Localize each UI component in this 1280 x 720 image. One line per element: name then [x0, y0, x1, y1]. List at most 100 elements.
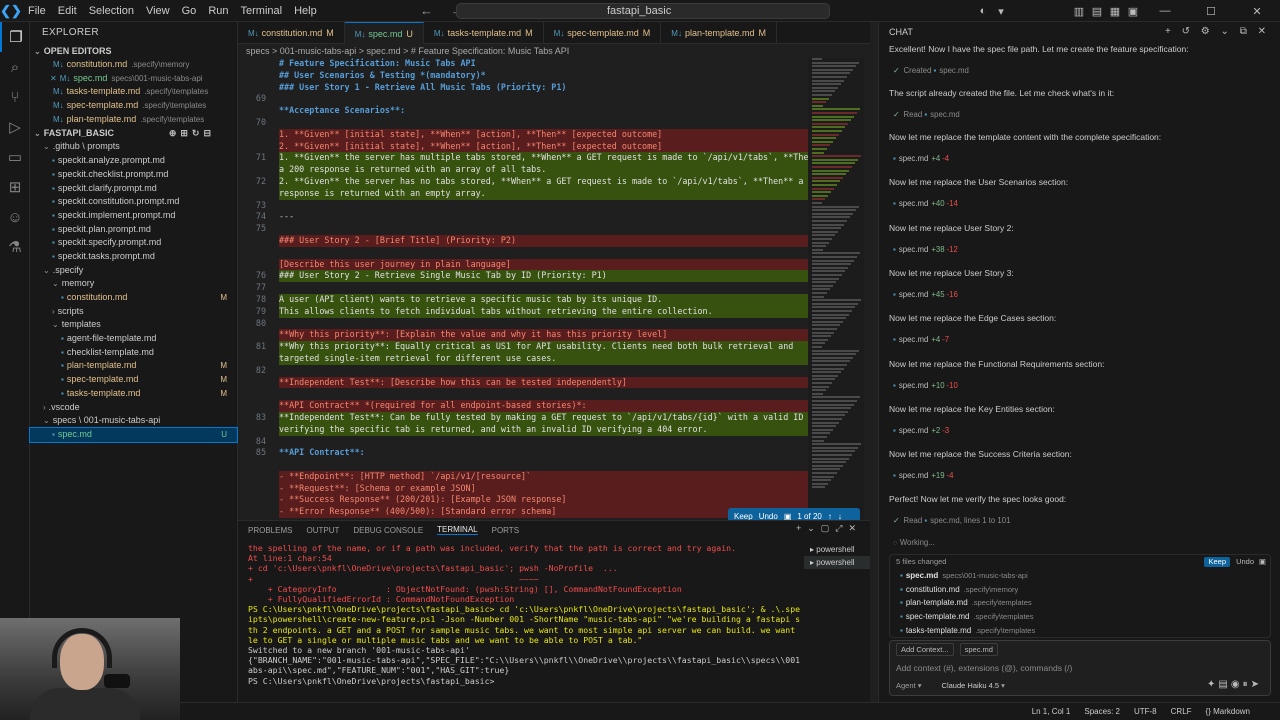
source-control-icon[interactable]: ⑂: [0, 82, 30, 112]
tree-folder[interactable]: ⌄ .specify: [30, 264, 237, 278]
tree-file[interactable]: ▪ spec.md U: [29, 426, 238, 443]
tree-folder[interactable]: ⌄ specs \ 001-music-tabs-api: [30, 414, 237, 428]
chat-header-actions[interactable]: + ↺ ⚙ ⌄ ⧉ ✕: [1165, 22, 1270, 42]
tree-file[interactable]: ▪ spec-template.md M: [30, 373, 237, 387]
trash-icon[interactable]: ▢: [821, 523, 836, 533]
extensions-icon[interactable]: ⊞: [0, 172, 30, 202]
menu-file[interactable]: File: [22, 5, 52, 17]
panel-tab-debug-console[interactable]: DEBUG CONSOLE: [353, 526, 423, 535]
tree-folder[interactable]: › .vscode: [30, 401, 237, 415]
minimize-button[interactable]: —: [1142, 5, 1188, 17]
editor-tab[interactable]: M↓ constitution.md M: [238, 22, 345, 44]
maximize-panel-icon[interactable]: ⤢: [835, 523, 848, 533]
code-view[interactable]: # Feature Specification: Music Tabs API #…: [238, 58, 808, 520]
layout-panel-icon[interactable]: ▤: [1088, 5, 1106, 18]
tree-file[interactable]: ▪ speckit.specify.prompt.md: [30, 236, 237, 250]
keep-all-button[interactable]: Keep: [1204, 557, 1230, 567]
open-editor-item[interactable]: M↓ tasks-template.md .specify\templates: [30, 85, 237, 99]
changed-file[interactable]: ▪ spec-template.md .specify\templates: [890, 610, 1270, 624]
run-debug-icon[interactable]: ▷: [0, 112, 30, 142]
context-file-chip[interactable]: spec.md: [959, 643, 998, 656]
status-item[interactable]: Ln 1, Col 1: [1032, 707, 1071, 716]
edit-chip[interactable]: ▪ spec.md +38 -12: [893, 245, 958, 254]
tree-file[interactable]: ▪ constitution.md M: [30, 291, 237, 305]
menu-run[interactable]: Run: [202, 5, 234, 17]
menu-selection[interactable]: Selection: [83, 5, 140, 17]
search-icon[interactable]: ⌕: [0, 52, 30, 82]
send-icon[interactable]: ➤: [1251, 679, 1262, 690]
tree-file[interactable]: ▪ agent-file-template.md: [30, 332, 237, 346]
attach-icon[interactable]: ▤: [1218, 679, 1230, 690]
changed-file[interactable]: ▪ plan-template.md .specify\templates: [890, 596, 1270, 610]
mic-icon[interactable]: ◉: [1231, 679, 1243, 690]
maximize-button[interactable]: ☐: [1188, 5, 1234, 18]
testing-icon[interactable]: ⚗: [0, 232, 30, 262]
tool-call[interactable]: ✓ Read ▪ spec.md: [893, 110, 960, 119]
open-editor-item[interactable]: M↓ spec-template.md .specify\templates: [30, 99, 237, 113]
undo-all-button[interactable]: Undo: [1236, 557, 1254, 567]
chevron-down-icon[interactable]: ▾: [992, 5, 1010, 18]
close-window-button[interactable]: ✕: [1234, 5, 1280, 18]
tree-file[interactable]: ▪ speckit.implement.prompt.md: [30, 209, 237, 223]
terminal-instance[interactable]: ▸ powershell: [804, 556, 870, 569]
terminal-instance[interactable]: ▸ powershell: [804, 543, 870, 556]
back-arrow-icon[interactable]: ←: [420, 3, 433, 18]
close-panel-icon[interactable]: ✕: [848, 523, 862, 533]
tree-file[interactable]: ▪ speckit.constitution.prompt.md: [30, 195, 237, 209]
menu-view[interactable]: View: [140, 5, 176, 17]
editor-tab[interactable]: M↓ plan-template.md M: [661, 22, 778, 44]
project-header[interactable]: ⌄ FASTAPI_BASIC ⊕⊞↻⊟: [30, 126, 237, 140]
layout-custom-icon[interactable]: ▣: [1124, 5, 1142, 18]
layout-sidebar-icon[interactable]: ▥: [1070, 5, 1088, 18]
copilot-icon[interactable]: ◐: [974, 5, 992, 17]
open-diff-icon[interactable]: ▣: [1259, 555, 1266, 569]
menu-edit[interactable]: Edit: [52, 5, 83, 17]
open-editor-item[interactable]: M↓ plan-template.md .specify\templates: [30, 113, 237, 127]
tree-file[interactable]: ▪ checklist-template.md: [30, 346, 237, 360]
menu-terminal[interactable]: Terminal: [235, 5, 289, 17]
tree-file[interactable]: ▪ speckit.tasks.prompt.md: [30, 250, 237, 264]
new-terminal-icon[interactable]: +⌄: [796, 523, 821, 533]
editor-tab[interactable]: M↓ tasks-template.md M: [424, 22, 544, 44]
tool-call[interactable]: ✓ Created ▪ spec.md: [893, 66, 969, 75]
status-item[interactable]: CRLF: [1171, 707, 1192, 716]
mode-selector[interactable]: Agent: [896, 681, 916, 690]
changed-file[interactable]: ▪ spec.md specs\001-music-tabs-api: [890, 569, 1270, 583]
changed-file[interactable]: ▪ constitution.md .specify\memory: [890, 583, 1270, 597]
close-editor-icon[interactable]: ✕: [50, 74, 57, 83]
open-editors-header[interactable]: ⌄ OPEN EDITORS: [30, 44, 237, 58]
add-context-button[interactable]: Add Context...: [896, 643, 954, 656]
chat-input[interactable]: Add context (#), extensions (@), command…: [896, 663, 1072, 673]
tree-file[interactable]: ▪ speckit.clarify.prompt.md: [30, 182, 237, 196]
tree-folder[interactable]: › scripts: [30, 305, 237, 319]
model-selector[interactable]: Claude Haiku 4.5: [942, 681, 1000, 690]
menu-help[interactable]: Help: [288, 5, 323, 17]
tree-folder[interactable]: ⌄ templates: [30, 318, 237, 332]
panel-tab-ports[interactable]: PORTS: [492, 526, 519, 535]
edit-chip[interactable]: ▪ spec.md +2 -3: [893, 426, 949, 435]
open-editor-item[interactable]: M↓ constitution.md .specify\memory: [30, 58, 237, 72]
explorer-icon[interactable]: ❐: [0, 22, 30, 52]
tool-call[interactable]: ✓ Read ▪ spec.md, lines 1 to 101: [893, 516, 1010, 525]
chat-input-box[interactable]: Add Context... spec.md Add context (#), …: [889, 640, 1271, 696]
edit-chip[interactable]: ▪ spec.md +4 -7: [893, 335, 949, 344]
edit-chip[interactable]: ▪ spec.md +4 -4: [893, 154, 949, 163]
edit-chip[interactable]: ▪ spec.md +10 -10: [893, 381, 958, 390]
tree-file[interactable]: ▪ plan-template.md M: [30, 359, 237, 373]
tree-folder[interactable]: ⌄ .github \ prompts: [30, 140, 237, 154]
layout-secondary-icon[interactable]: ▦: [1106, 5, 1124, 18]
remote-explorer-icon[interactable]: ▭: [0, 142, 30, 172]
breadcrumb[interactable]: specs > 001-music-tabs-api > spec.md > #…: [238, 44, 870, 58]
panel-tab-output[interactable]: OUTPUT: [306, 526, 339, 535]
panel-tab-problems[interactable]: PROBLEMS: [248, 526, 292, 535]
status-item[interactable]: {} Markdown: [1206, 707, 1250, 716]
tools-icon[interactable]: ✦: [1207, 679, 1218, 690]
editor-tab[interactable]: M↓ spec.md U: [344, 22, 424, 44]
status-item[interactable]: Spaces: 2: [1084, 707, 1120, 716]
minimap[interactable]: [808, 58, 864, 520]
terminal-output[interactable]: the spelling of the name, or if a path w…: [248, 543, 800, 701]
status-item[interactable]: UTF-8: [1134, 707, 1157, 716]
changed-file[interactable]: ▪ tasks-template.md .specify\templates: [890, 624, 1270, 638]
panel-tab-terminal[interactable]: TERMINAL: [437, 525, 478, 535]
tree-file[interactable]: ▪ speckit.analyze.prompt.md: [30, 154, 237, 168]
